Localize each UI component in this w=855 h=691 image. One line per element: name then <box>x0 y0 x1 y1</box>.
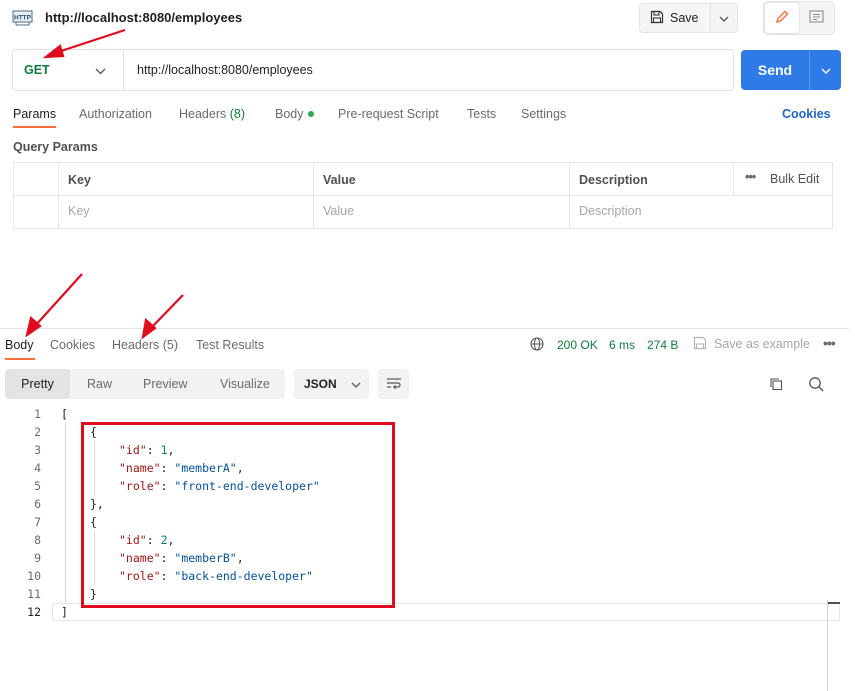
wrap-lines-button[interactable] <box>378 369 409 399</box>
chevron-down-icon <box>821 63 831 77</box>
pencil-icon <box>775 10 789 27</box>
tab-tests[interactable]: Tests <box>467 107 496 121</box>
method-divider <box>123 50 124 90</box>
request-title[interactable]: http://localhost:8080/employees <box>45 10 242 25</box>
line-number: 4 <box>34 461 41 475</box>
line-number: 3 <box>34 443 41 457</box>
line-number: 2 <box>34 425 41 439</box>
status-code[interactable]: 200 OK <box>557 338 598 352</box>
query-params-table: Key Value Description ••• Bulk Edit Key … <box>13 162 833 229</box>
chevron-down-icon <box>95 64 106 78</box>
annotation-arrow <box>34 273 83 327</box>
description-header: Description <box>579 173 648 187</box>
value-header: Value <box>323 173 356 187</box>
response-tab-body[interactable]: Body <box>5 338 34 352</box>
tab-params[interactable]: Params <box>13 107 56 121</box>
send-button[interactable]: Send <box>741 50 809 90</box>
save-button[interactable]: Save <box>639 3 711 33</box>
tab-body[interactable]: Body <box>275 107 304 121</box>
description-input[interactable]: Description <box>579 204 642 218</box>
query-params-title: Query Params <box>13 140 98 154</box>
tab-settings[interactable]: Settings <box>521 107 566 121</box>
response-time[interactable]: 6 ms <box>609 338 635 352</box>
save-label: Save <box>670 11 699 25</box>
editor-scrollbar[interactable] <box>827 600 828 691</box>
active-tab-indicator <box>5 358 35 360</box>
url-input[interactable]: http://localhost:8080/employees <box>137 63 313 77</box>
save-icon <box>650 10 664 27</box>
http-request-icon: HTTP <box>12 8 34 28</box>
method-select[interactable]: GET <box>13 50 123 90</box>
view-preview[interactable]: Preview <box>143 377 187 391</box>
format-select[interactable]: JSON <box>294 369 369 399</box>
search-icon[interactable] <box>808 376 824 395</box>
annotation-highlight-box <box>81 422 395 608</box>
save-as-example-button[interactable]: Save as example <box>714 337 810 351</box>
view-visualize[interactable]: Visualize <box>220 377 270 391</box>
response-tab-test-results[interactable]: Test Results <box>196 338 264 352</box>
tab-headers[interactable]: Headers (8) <box>179 107 245 121</box>
line-number: 1 <box>34 407 41 421</box>
documentation-mode-button[interactable] <box>800 3 833 33</box>
view-raw[interactable]: Raw <box>87 377 112 391</box>
chevron-down-icon <box>719 11 729 25</box>
line-number: 5 <box>34 479 41 493</box>
code-line: [ <box>61 407 68 421</box>
headers-count: (8) <box>229 107 246 121</box>
line-number: 8 <box>34 533 41 547</box>
tab-prerequest-script[interactable]: Pre-request Script <box>338 107 439 121</box>
save-icon <box>693 336 707 353</box>
more-icon[interactable]: ••• <box>823 335 836 351</box>
scrollbar-marker <box>828 602 840 604</box>
tab-headers-label: Headers <box>179 107 227 121</box>
format-label: JSON <box>304 377 337 391</box>
value-input[interactable]: Value <box>323 204 354 218</box>
tab-authorization[interactable]: Authorization <box>79 107 152 121</box>
chevron-down-icon <box>351 377 361 391</box>
line-number: 9 <box>34 551 41 565</box>
http-badge-text: HTTP <box>14 15 32 22</box>
annotation-arrow <box>150 294 184 329</box>
key-header: Key <box>68 173 91 187</box>
annotation-arrowhead <box>25 315 42 338</box>
wrap-lines-icon <box>386 377 402 392</box>
response-tab-cookies[interactable]: Cookies <box>50 338 95 352</box>
response-divider[interactable] <box>0 328 849 329</box>
copy-icon[interactable] <box>769 377 783 394</box>
active-tab-indicator <box>13 126 56 128</box>
response-size[interactable]: 274 B <box>647 338 678 352</box>
line-number: 7 <box>34 515 41 529</box>
line-number: 11 <box>27 587 41 601</box>
cookies-link[interactable]: Cookies <box>782 107 831 121</box>
save-options-button[interactable] <box>710 3 738 33</box>
indent-guide <box>65 423 66 603</box>
header-divider <box>14 195 832 196</box>
edit-mode-button[interactable] <box>765 3 799 33</box>
json-token: [ <box>61 407 68 421</box>
line-number: 10 <box>27 569 41 583</box>
globe-icon[interactable] <box>530 337 544 354</box>
view-pretty[interactable]: Pretty <box>5 369 70 399</box>
body-indicator-dot <box>308 111 314 117</box>
document-icon <box>809 10 824 26</box>
response-tab-headers[interactable]: Headers (5) <box>112 338 178 352</box>
send-options-button[interactable] <box>809 50 841 90</box>
bulk-edit-button[interactable]: Bulk Edit <box>770 172 819 186</box>
method-label: GET <box>24 63 50 77</box>
key-input[interactable]: Key <box>68 204 90 218</box>
more-icon[interactable]: ••• <box>745 170 756 184</box>
line-number: 12 <box>27 605 41 619</box>
line-number: 6 <box>34 497 41 511</box>
